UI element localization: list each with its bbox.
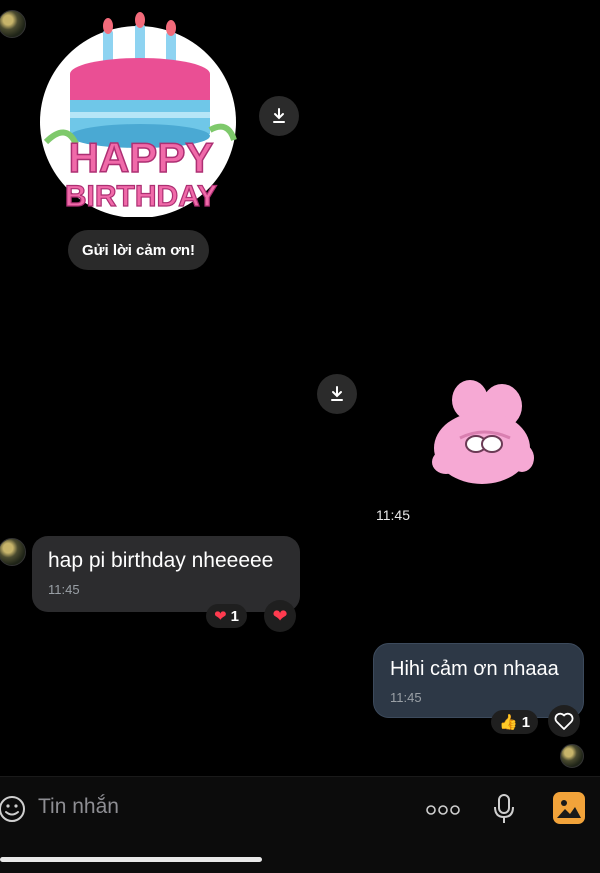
reaction-summary[interactable]: ❤ 1 bbox=[206, 604, 247, 628]
image-icon bbox=[557, 800, 581, 818]
heart-icon: ❤ bbox=[272, 605, 288, 626]
cake-birthday-text: BIRTHDAY bbox=[65, 180, 217, 213]
seen-avatar bbox=[560, 744, 584, 768]
emoji-button[interactable] bbox=[0, 795, 26, 823]
reaction-count: 1 bbox=[521, 713, 531, 731]
voice-record-button[interactable] bbox=[492, 793, 516, 825]
message-time: 11:45 bbox=[390, 690, 422, 705]
heart-icon: ❤ bbox=[214, 608, 227, 625]
react-heart-outline-button[interactable] bbox=[548, 705, 580, 737]
send-thanks-label: Gửi lời cảm ơn! bbox=[82, 241, 196, 259]
message-text: hap pi birthday nheeeee bbox=[48, 549, 274, 572]
cake-happy-text: HAPPY bbox=[69, 134, 214, 181]
message-input[interactable]: Tin nhắn bbox=[38, 795, 398, 825]
ellipsis-icon bbox=[426, 805, 460, 815]
message-timestamp: 11:45 bbox=[376, 507, 410, 523]
message-time: 11:45 bbox=[48, 582, 80, 597]
bunny-sticker-graphic bbox=[432, 380, 534, 484]
cake-sticker-graphic: HAPPY BIRTHDAY bbox=[40, 12, 237, 218]
home-indicator bbox=[0, 857, 262, 862]
download-icon bbox=[273, 108, 285, 123]
reaction-count: 1 bbox=[230, 607, 239, 625]
reaction-summary[interactable]: 👍 1 bbox=[491, 710, 539, 734]
thumbs-up-icon: 👍 bbox=[499, 714, 518, 731]
composer-bar: Tin nhắn bbox=[0, 776, 600, 873]
incoming-message-bubble[interactable]: hap pi birthday nheeeee 11:45 bbox=[32, 536, 300, 612]
more-options-button[interactable] bbox=[425, 803, 461, 815]
smiley-icon bbox=[0, 796, 25, 822]
sender-avatar[interactable] bbox=[0, 10, 26, 38]
download-icon bbox=[331, 386, 343, 401]
send-thanks-button[interactable]: Gửi lời cảm ơn! bbox=[68, 230, 210, 270]
pink-bunny-sticker[interactable] bbox=[430, 378, 535, 488]
gallery-button[interactable] bbox=[553, 792, 585, 824]
heart-outline-icon bbox=[554, 712, 574, 730]
microphone-icon bbox=[494, 794, 514, 823]
download-sticker-button[interactable] bbox=[259, 96, 299, 136]
download-sticker-button-2[interactable] bbox=[317, 374, 357, 414]
react-heart-button[interactable]: ❤ bbox=[264, 600, 296, 632]
sender-avatar[interactable] bbox=[0, 538, 26, 566]
message-text: Hihi cảm ơn nhaaa bbox=[390, 658, 559, 680]
outgoing-message-bubble[interactable]: Hihi cảm ơn nhaaa 11:45 bbox=[373, 643, 584, 718]
birthday-cake-sticker[interactable]: HAPPY BIRTHDAY bbox=[38, 12, 238, 218]
